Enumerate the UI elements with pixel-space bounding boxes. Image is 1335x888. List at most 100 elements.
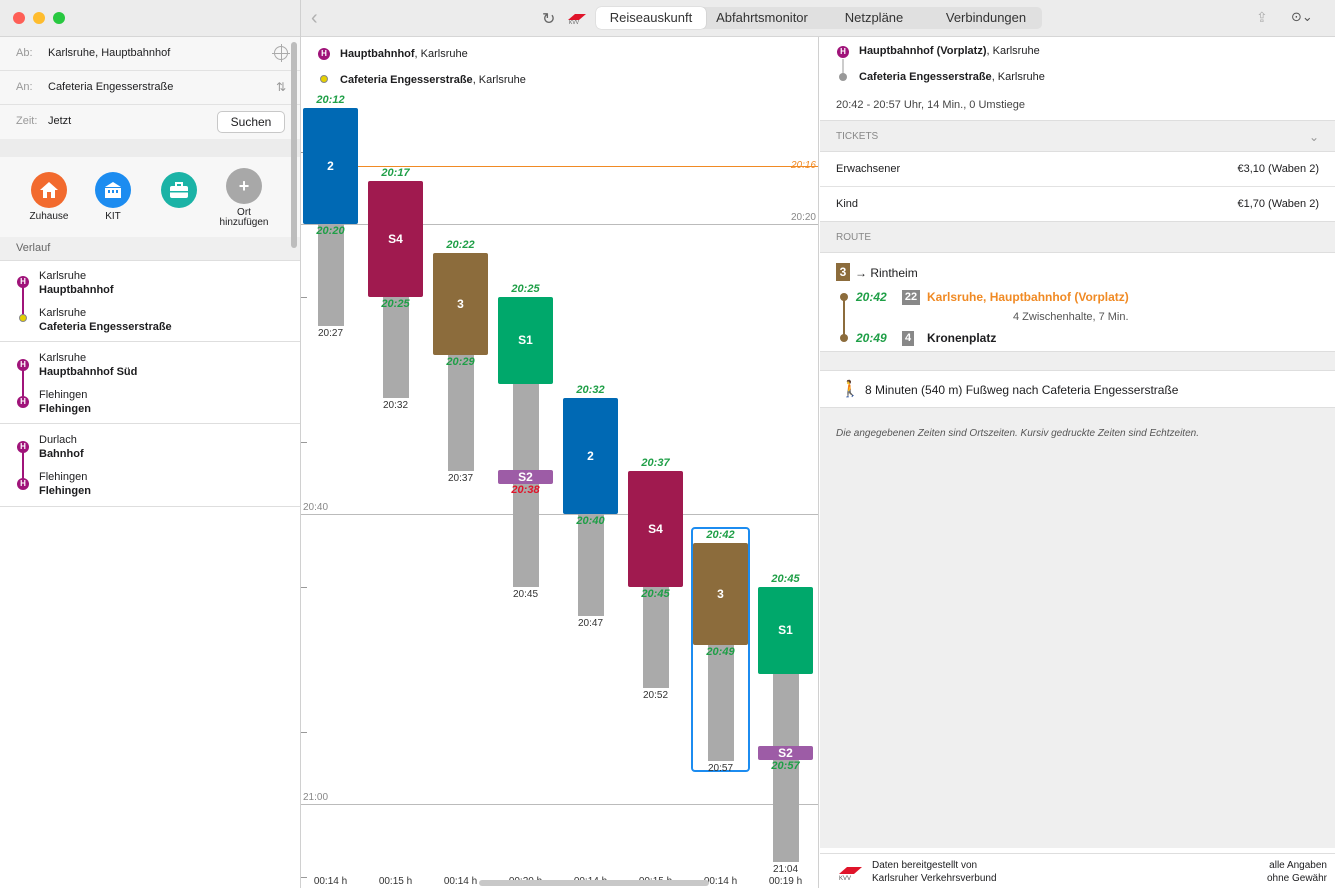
plus-icon: + <box>226 168 262 204</box>
minimize-window-button[interactable] <box>33 12 45 24</box>
history-item[interactable]: H Karlsruhe Hauptbahnhof Süd H Flehingen… <box>0 342 300 424</box>
search-button[interactable]: Suchen <box>217 111 285 133</box>
connection-duration: 00:14 h <box>313 876 348 887</box>
favorite-add[interactable]: + Ort hinzufügen <box>211 168 277 228</box>
window-titlebar <box>0 0 300 37</box>
arrival-destination-time: 21:04 <box>772 864 799 875</box>
timeline-scrollbar[interactable] <box>479 880 709 886</box>
favorite-work[interactable] <box>146 172 212 212</box>
connection-leg[interactable]: S1 <box>498 296 553 384</box>
stop-h-icon: H <box>318 48 330 60</box>
more-options-icon[interactable]: ⊙⌄ <box>1291 9 1317 27</box>
from-field[interactable]: Ab: Karlsruhe, Hauptbahnhof <box>0 37 300 71</box>
zoom-window-button[interactable] <box>53 12 65 24</box>
second-leg-time: 20:57 <box>771 759 800 772</box>
kvv-logo-icon: KVV <box>567 11 587 26</box>
arrival-time: 20:25 <box>381 297 410 310</box>
timeline-destination: Cafeteria Engesserstraße, Karlsruhe <box>340 74 526 86</box>
close-window-button[interactable] <box>13 12 25 24</box>
share-icon[interactable]: ⇪ <box>1256 9 1268 26</box>
toolbar: ‹ ↻ KVV Reiseauskunft Abfahrtsmonitor Ne… <box>301 0 1335 37</box>
arrival-time: 20:40 <box>576 515 605 527</box>
walk-segment <box>382 296 409 398</box>
timeline-destination-stop: Cafeteria Engesserstraße <box>340 74 473 86</box>
gridline-tick <box>301 731 307 733</box>
detail-origin-stop: Hauptbahnhof (Vorplatz) <box>859 45 987 57</box>
gridline-label: 21:00 <box>303 792 329 803</box>
tab-netzplaene[interactable]: Netzpläne <box>818 7 930 29</box>
tickets-header[interactable]: TICKETS ⌄ <box>820 120 1335 152</box>
connections-timeline: H Hauptbahnhof , Karlsruhe Cafeteria Enge… <box>301 37 819 888</box>
chevron-down-icon[interactable]: ⌄ <box>1309 121 1319 153</box>
arrival-destination-time: 20:52 <box>642 690 669 701</box>
walk-description: 8 Minuten (540 m) Fußweg nach Cafeteria … <box>865 383 1179 397</box>
connection-leg[interactable]: S1 <box>758 586 813 674</box>
departure-time: 20:42 <box>706 529 735 541</box>
connection-leg[interactable]: 3 <box>693 543 748 645</box>
favorites-bar: Zuhause KIT + Ort hinzufügen <box>0 157 300 237</box>
departure-time: 20:17 <box>381 166 410 179</box>
connection-leg[interactable]: 3 <box>433 253 488 355</box>
ticket-price: €1,70 (Waben 2) <box>1237 198 1319 210</box>
connection-leg[interactable]: S4 <box>368 180 423 297</box>
reload-icon[interactable]: ↻ <box>542 9 555 29</box>
arrival-destination-time: 20:47 <box>577 617 604 629</box>
history-to-city: Flehingen <box>39 389 88 401</box>
connection-leg[interactable]: 2 <box>303 108 358 224</box>
timeline-destination-city: , Karlsruhe <box>472 74 526 86</box>
history-header: Verlauf <box>0 237 300 261</box>
to-field[interactable]: An: Cafeteria Engesserstraße ⇅ <box>0 71 300 105</box>
gridline <box>301 804 818 805</box>
svg-text:KVV: KVV <box>569 20 580 25</box>
divider <box>0 139 300 157</box>
connection-duration: 00:19 h <box>768 876 803 887</box>
arrival-time: 20:49 <box>856 331 887 345</box>
from-input[interactable]: Karlsruhe, Hauptbahnhof <box>48 47 170 59</box>
current-time-label: 20:16 <box>790 160 816 171</box>
detail-origin-city: , Karlsruhe <box>986 45 1040 57</box>
route-leg[interactable]: 3 → Rintheim 20:42 22 Karlsruhe, Hauptba… <box>820 253 1335 351</box>
pin-icon <box>19 314 27 322</box>
walk-segment <box>577 514 604 616</box>
building-icon <box>95 172 131 208</box>
to-input[interactable]: Cafeteria Engesserstraße <box>48 81 173 93</box>
back-chevron-icon[interactable]: ‹ <box>311 7 318 30</box>
history-from-stop: Hauptbahnhof <box>39 284 114 296</box>
intermediate-stops[interactable]: 4 Zwischenhalte, 7 Min. <box>1013 311 1129 323</box>
time-label: Zeit: <box>16 115 38 127</box>
timeline-origin-stop: Hauptbahnhof <box>340 48 415 60</box>
gridline-tick <box>301 586 307 588</box>
history-to-stop: Flehingen <box>39 485 91 497</box>
history-item[interactable]: H Karlsruhe Hauptbahnhof Karlsruhe Cafet… <box>0 261 300 342</box>
locate-icon[interactable] <box>272 44 290 62</box>
platform-badge: 4 <box>902 331 914 346</box>
favorite-kit[interactable]: KIT <box>80 172 146 222</box>
tab-verbindungen[interactable]: Verbindungen <box>930 7 1042 29</box>
ticket-label: Kind <box>836 198 859 210</box>
departure-stop: Karlsruhe, Hauptbahnhof (Vorplatz) <box>927 290 1129 304</box>
notes-area: Die angegebenen Zeiten sind Ortszeiten. … <box>820 408 1335 848</box>
connection-leg[interactable]: 2 <box>563 398 618 514</box>
departure-time: 20:25 <box>511 282 540 295</box>
history-from-city: Durlach <box>39 434 77 446</box>
sidebar-scrollbar[interactable] <box>291 42 297 248</box>
arrival-time: 20:45 <box>641 587 670 600</box>
history-to-stop: Flehingen <box>39 403 91 415</box>
time-input[interactable]: Jetzt <box>48 115 71 127</box>
times-note: Die angegebenen Zeiten sind Ortszeiten. … <box>836 428 1199 439</box>
pin-icon <box>839 73 847 81</box>
tab-abfahrtsmonitor[interactable]: Abfahrtsmonitor <box>706 7 818 29</box>
arrival-destination-time: 20:37 <box>447 472 474 484</box>
connection-leg[interactable]: S2 <box>498 470 553 484</box>
favorite-home[interactable]: Zuhause <box>16 172 82 222</box>
arrival-time: 20:29 <box>446 355 475 368</box>
connection-leg[interactable]: S4 <box>628 470 683 587</box>
history-item[interactable]: H Durlach Bahnhof H Flehingen Flehingen <box>0 424 300 507</box>
stop-h-icon: H <box>17 396 29 408</box>
connection-leg[interactable]: S2 <box>758 745 813 760</box>
tab-reiseauskunft[interactable]: Reiseauskunft <box>596 7 706 29</box>
departure-time: 20:42 <box>856 290 887 304</box>
gridline-label: 20:40 <box>303 502 329 513</box>
swap-icon[interactable]: ⇅ <box>276 80 286 94</box>
ticket-row: Kind €1,70 (Waben 2) <box>820 187 1335 221</box>
